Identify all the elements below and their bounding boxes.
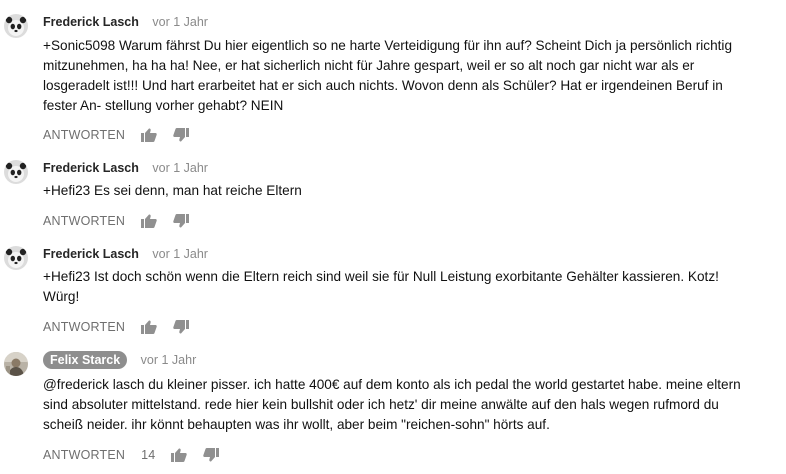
comment-actions: ANTWORTEN: [43, 125, 190, 145]
timestamp[interactable]: vor 1 Jahr: [152, 247, 208, 261]
photo-avatar[interactable]: [4, 352, 28, 376]
comment-actions: ANTWORTEN 14: [43, 445, 220, 465]
timestamp[interactable]: vor 1 Jahr: [152, 15, 208, 29]
reply-button[interactable]: ANTWORTEN: [43, 214, 125, 228]
author-name[interactable]: Frederick Lasch: [43, 247, 139, 261]
thumb-down-icon[interactable]: [203, 448, 220, 462]
comment-text: +Sonic5098 Warum fährst Du hier eigentli…: [43, 38, 733, 113]
like-count: 14: [141, 448, 156, 462]
thumb-down-icon[interactable]: [173, 320, 190, 334]
comment-text: @frederick lasch du kleiner pisser. ich …: [43, 377, 741, 432]
comment-text: +Hefi23 Es sei denn, man hat reiche Elte…: [43, 183, 302, 198]
comment-header: Frederick Lasch vor 1 Jahr: [43, 160, 208, 176]
reply-button[interactable]: ANTWORTEN: [43, 128, 125, 142]
comment-header: Felix Starck vor 1 Jahr: [43, 351, 196, 369]
reply-button[interactable]: ANTWORTEN: [43, 320, 125, 334]
thumb-down-icon[interactable]: [173, 214, 190, 228]
panda-avatar[interactable]: [4, 160, 28, 184]
timestamp[interactable]: vor 1 Jahr: [141, 353, 197, 367]
comment-actions: ANTWORTEN: [43, 317, 190, 337]
panda-avatar[interactable]: [4, 14, 28, 38]
author-name[interactable]: Frederick Lasch: [43, 15, 139, 29]
timestamp[interactable]: vor 1 Jahr: [152, 161, 208, 175]
author-name[interactable]: Frederick Lasch: [43, 161, 139, 175]
comment-text: +Hefi23 Ist doch schön wenn die Eltern r…: [43, 269, 719, 304]
thumb-down-icon[interactable]: [173, 128, 190, 142]
thumb-up-icon[interactable]: [141, 214, 157, 228]
thumb-up-icon[interactable]: [141, 320, 157, 334]
comment-header: Frederick Lasch vor 1 Jahr: [43, 246, 208, 262]
panda-avatar[interactable]: [4, 246, 28, 270]
reply-button[interactable]: ANTWORTEN: [43, 448, 125, 462]
thumb-up-icon[interactable]: [141, 128, 157, 142]
author-badge[interactable]: Felix Starck: [43, 351, 128, 369]
comment-header: Frederick Lasch vor 1 Jahr: [43, 14, 208, 30]
comment-actions: ANTWORTEN: [43, 211, 190, 231]
thumb-up-icon[interactable]: [171, 448, 188, 462]
